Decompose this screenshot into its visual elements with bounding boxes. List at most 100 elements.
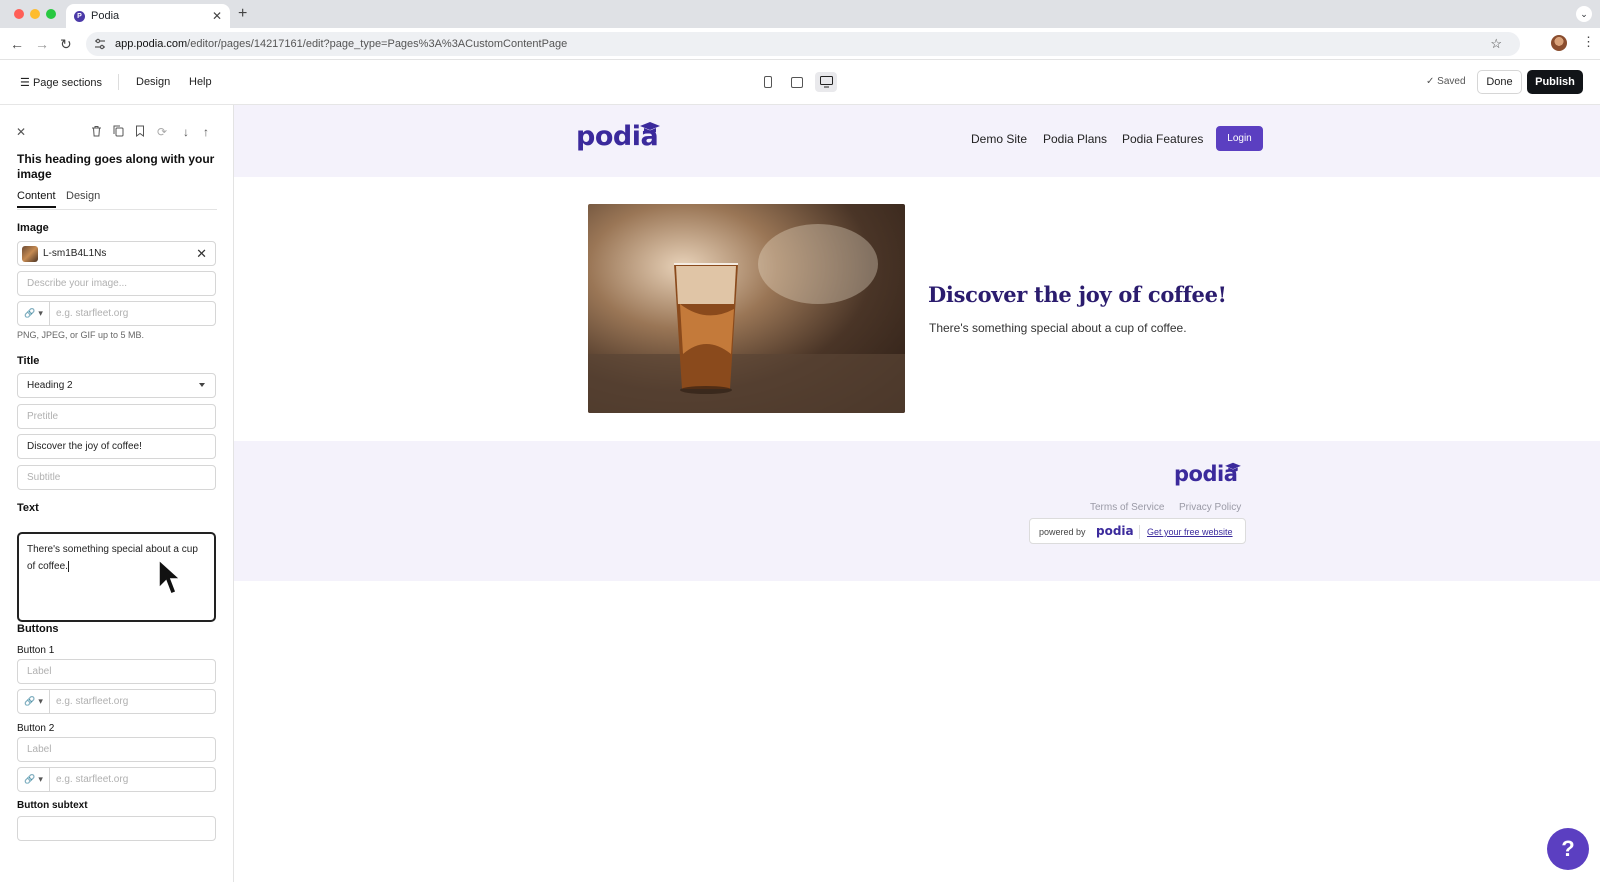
profile-avatar[interactable] — [1551, 35, 1567, 51]
section-heading: This heading goes along with your image — [17, 152, 215, 181]
arrow-down-icon[interactable]: ↓ — [183, 125, 189, 139]
nav-podia-plans[interactable]: Podia Plans — [1043, 132, 1107, 146]
subtitle-input[interactable]: Subtitle — [17, 465, 216, 490]
powered-by-badge[interactable]: powered by podia Get your free website — [1029, 518, 1246, 544]
page-sections-button[interactable]: ☰ Page sections — [20, 76, 102, 89]
login-button[interactable]: Login — [1216, 126, 1263, 151]
footer-podia-logo[interactable]: podia — [1174, 462, 1241, 486]
iced-coffee-photo — [588, 224, 905, 413]
editor-toolbar: ☰ Page sections Design Help ✓ Saved Done… — [0, 60, 1600, 105]
hero-image — [588, 204, 905, 413]
button2-label: Button 2 — [17, 723, 55, 734]
button-subtext-input[interactable] — [17, 816, 216, 841]
saved-label: Saved — [1437, 76, 1466, 87]
powered-by-text: powered by — [1039, 527, 1086, 537]
close-icon[interactable]: ✕ — [16, 125, 26, 139]
tab-close-icon[interactable]: ✕ — [212, 9, 222, 23]
browser-tab[interactable]: P Podia ✕ — [66, 4, 230, 28]
url-host: app.podia.com — [115, 38, 188, 50]
help-chat-button[interactable]: ? — [1547, 828, 1589, 870]
duplicate-icon[interactable] — [113, 125, 124, 140]
button2-link-input[interactable]: 🔗 ▾ e.g. starfleet.org — [17, 767, 216, 792]
heading-level-select[interactable]: Heading 2 — [17, 373, 216, 398]
design-menu-button[interactable]: Design — [136, 76, 170, 88]
image-file-field[interactable]: L-sm1B4L1Ns ✕ — [17, 241, 216, 266]
tablet-icon — [791, 76, 803, 88]
button1-link-input[interactable]: 🔗 ▾ e.g. starfleet.org — [17, 689, 216, 714]
text-caret — [67, 560, 69, 572]
podia-logo[interactable]: podia — [576, 121, 660, 152]
tab-search-icon[interactable]: ⌄ — [1576, 6, 1592, 22]
browser-menu-icon[interactable]: ⋮ — [1582, 34, 1595, 50]
maximize-window-button[interactable] — [46, 9, 56, 19]
window-controls — [14, 9, 56, 19]
link-icon: 🔗 — [24, 774, 36, 784]
desktop-icon — [819, 76, 833, 88]
new-tab-button[interactable]: + — [238, 5, 247, 23]
hero-title: Discover the joy of coffee! — [928, 282, 1227, 307]
url-path: /editor/pages/14217161/edit?page_type=Pa… — [187, 38, 568, 50]
nav-demo-site[interactable]: Demo Site — [971, 132, 1027, 146]
tab-content[interactable]: Content — [17, 190, 56, 208]
saved-status: ✓ Saved — [1426, 76, 1466, 87]
desktop-preview-button[interactable] — [815, 72, 837, 92]
site-footer — [234, 441, 1600, 581]
tablet-preview-button[interactable] — [786, 72, 808, 92]
address-bar[interactable]: app.podia.com/editor/pages/14217161/edit… — [86, 32, 1520, 56]
site-settings-icon[interactable] — [94, 38, 106, 50]
image-alt-input[interactable]: Describe your image... — [17, 271, 216, 296]
button1-label: Button 1 — [17, 645, 55, 656]
close-window-button[interactable] — [14, 9, 24, 19]
image-label: Image — [17, 222, 49, 234]
image-thumbnail — [22, 245, 38, 262]
page-sections-label: Page sections — [32, 77, 103, 89]
free-website-link[interactable]: Get your free website — [1147, 527, 1233, 537]
heading-level-value: Heading 2 — [27, 380, 73, 391]
publish-button[interactable]: Publish — [1527, 70, 1583, 94]
image-link-input[interactable]: 🔗 ▾ e.g. starfleet.org — [17, 301, 216, 326]
link-type-dropdown[interactable]: 🔗 ▾ — [18, 768, 50, 791]
back-icon[interactable]: ← — [10, 36, 24, 52]
button-subtext-label: Button subtext — [17, 800, 88, 811]
nav-podia-features[interactable]: Podia Features — [1122, 132, 1203, 146]
graduation-cap-icon — [640, 122, 660, 134]
mouse-pointer-icon — [158, 558, 181, 595]
refresh-icon[interactable]: ⟳ — [157, 125, 167, 139]
page-preview: podia Demo Site Podia Plans Podia Featur… — [234, 105, 1600, 882]
pretitle-input[interactable]: Pretitle — [17, 404, 216, 429]
arrow-up-icon[interactable]: ↑ — [203, 125, 209, 139]
remove-image-icon[interactable]: ✕ — [196, 246, 207, 262]
button2-label-input[interactable]: Label — [17, 737, 216, 762]
title-label: Title — [17, 355, 40, 367]
button1-label-input[interactable]: Label — [17, 659, 216, 684]
privacy-link[interactable]: Privacy Policy — [1179, 502, 1241, 513]
section-toolbar: ✕ ⟳ ↓ ↑ — [16, 125, 220, 141]
done-button[interactable]: Done — [1477, 70, 1522, 94]
text-label: Text — [17, 502, 39, 514]
trash-icon[interactable] — [91, 125, 102, 140]
buttons-label: Buttons — [17, 623, 59, 635]
chevron-down-icon — [199, 383, 205, 387]
title-input[interactable]: Discover the joy of coffee! — [17, 434, 216, 459]
minimize-window-button[interactable] — [30, 9, 40, 19]
bookmark-star-icon[interactable]: ☆ — [1490, 36, 1502, 52]
check-icon: ✓ — [1426, 76, 1435, 87]
reload-icon[interactable]: ↻ — [60, 36, 72, 53]
terms-link[interactable]: Terms of Service — [1090, 502, 1164, 513]
link-type-dropdown[interactable]: 🔗 ▾ — [18, 302, 50, 325]
mobile-preview-button[interactable] — [757, 72, 779, 92]
forward-icon[interactable]: → — [35, 36, 49, 52]
browser-toolbar: ← → ↻ app.podia.com/editor/pages/1421716… — [0, 28, 1600, 60]
tab-design[interactable]: Design — [66, 190, 100, 202]
button1-link-placeholder: e.g. starfleet.org — [56, 696, 129, 707]
podia-favicon-icon: P — [74, 10, 85, 22]
text-area[interactable]: There's something special about a cup of… — [17, 532, 216, 622]
link-type-dropdown[interactable]: 🔗 ▾ — [18, 690, 50, 713]
help-menu-button[interactable]: Help — [189, 76, 212, 88]
mobile-icon — [764, 76, 772, 88]
graduation-cap-icon — [1225, 462, 1241, 472]
badge-divider — [1139, 525, 1140, 539]
bookmark-icon[interactable] — [135, 125, 145, 140]
section-editor-sidebar: ✕ ⟳ ↓ ↑ This heading goes along with you… — [0, 105, 234, 882]
sidebar-tabs: Content Design — [17, 190, 217, 210]
